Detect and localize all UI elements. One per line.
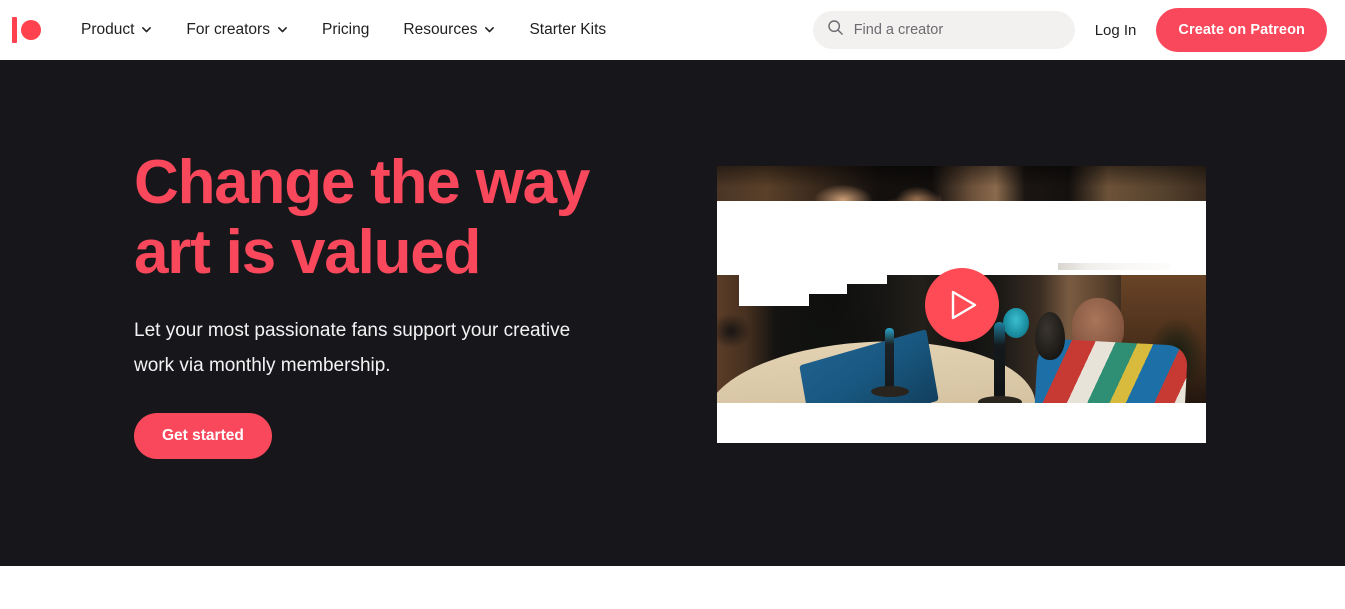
login-link[interactable]: Log In [1075, 14, 1157, 47]
nav-item-label: For creators [186, 21, 270, 38]
nav-item-product[interactable]: Product [64, 13, 169, 47]
patreon-logo-icon[interactable] [12, 15, 46, 45]
video-render-artifact-band-top [717, 201, 1206, 274]
video-headphones-detail [1003, 308, 1029, 338]
creator-search-box[interactable] [812, 11, 1075, 49]
page-title: Change the way art is valued [134, 148, 654, 288]
video-image-strip-top [717, 166, 1206, 201]
hero-copy-block: Change the way art is valued Let your mo… [134, 148, 654, 459]
logo-bar-shape [12, 17, 17, 43]
video-hand-detail [861, 190, 945, 201]
hero-video-thumbnail[interactable] [717, 166, 1206, 443]
nav-item-for-creators[interactable]: For creators [169, 13, 305, 47]
nav-item-pricing[interactable]: Pricing [305, 13, 386, 47]
video-microphone-right-detail [978, 322, 1022, 403]
hero-subtitle: Let your most passionate fans support yo… [134, 320, 571, 376]
video-microphone-left-detail [871, 328, 909, 397]
nav-item-label: Pricing [321, 21, 370, 38]
chevron-down-icon [484, 24, 495, 35]
search-input[interactable] [853, 22, 1061, 38]
page-bottom-whitespace [0, 566, 1345, 609]
nav-item-label: Starter Kits [529, 21, 607, 38]
nav-item-label: Product [81, 21, 135, 38]
chevron-down-icon [141, 24, 152, 35]
hero-title-line-2: art is valued [134, 218, 481, 287]
nav-right-cluster: Log In Create on Patreon [812, 8, 1327, 52]
hero-section: Change the way art is valued Let your mo… [0, 60, 1345, 566]
logo-circle-shape [21, 20, 41, 40]
play-button[interactable] [924, 267, 999, 342]
play-triangle-icon [945, 289, 979, 321]
nav-item-resources[interactable]: Resources [386, 13, 512, 47]
search-icon [827, 19, 844, 41]
nav-item-starter-kits[interactable]: Starter Kits [512, 13, 623, 47]
video-render-artifact-band-bottom [717, 403, 1206, 443]
hero-title-line-1: Change the way [134, 148, 590, 217]
chevron-down-icon [277, 24, 288, 35]
primary-nav-links: Product For creators Pricing Resources S… [64, 13, 623, 47]
hero-inner: Change the way art is valued Let your mo… [0, 60, 1345, 566]
nav-item-label: Resources [403, 21, 478, 38]
video-mic-foam-detail [1035, 312, 1065, 360]
get-started-button[interactable]: Get started [134, 413, 272, 459]
top-navigation-bar: Product For creators Pricing Resources S… [0, 0, 1345, 60]
create-on-patreon-button[interactable]: Create on Patreon [1156, 8, 1327, 52]
video-left-object-detail [717, 314, 751, 348]
